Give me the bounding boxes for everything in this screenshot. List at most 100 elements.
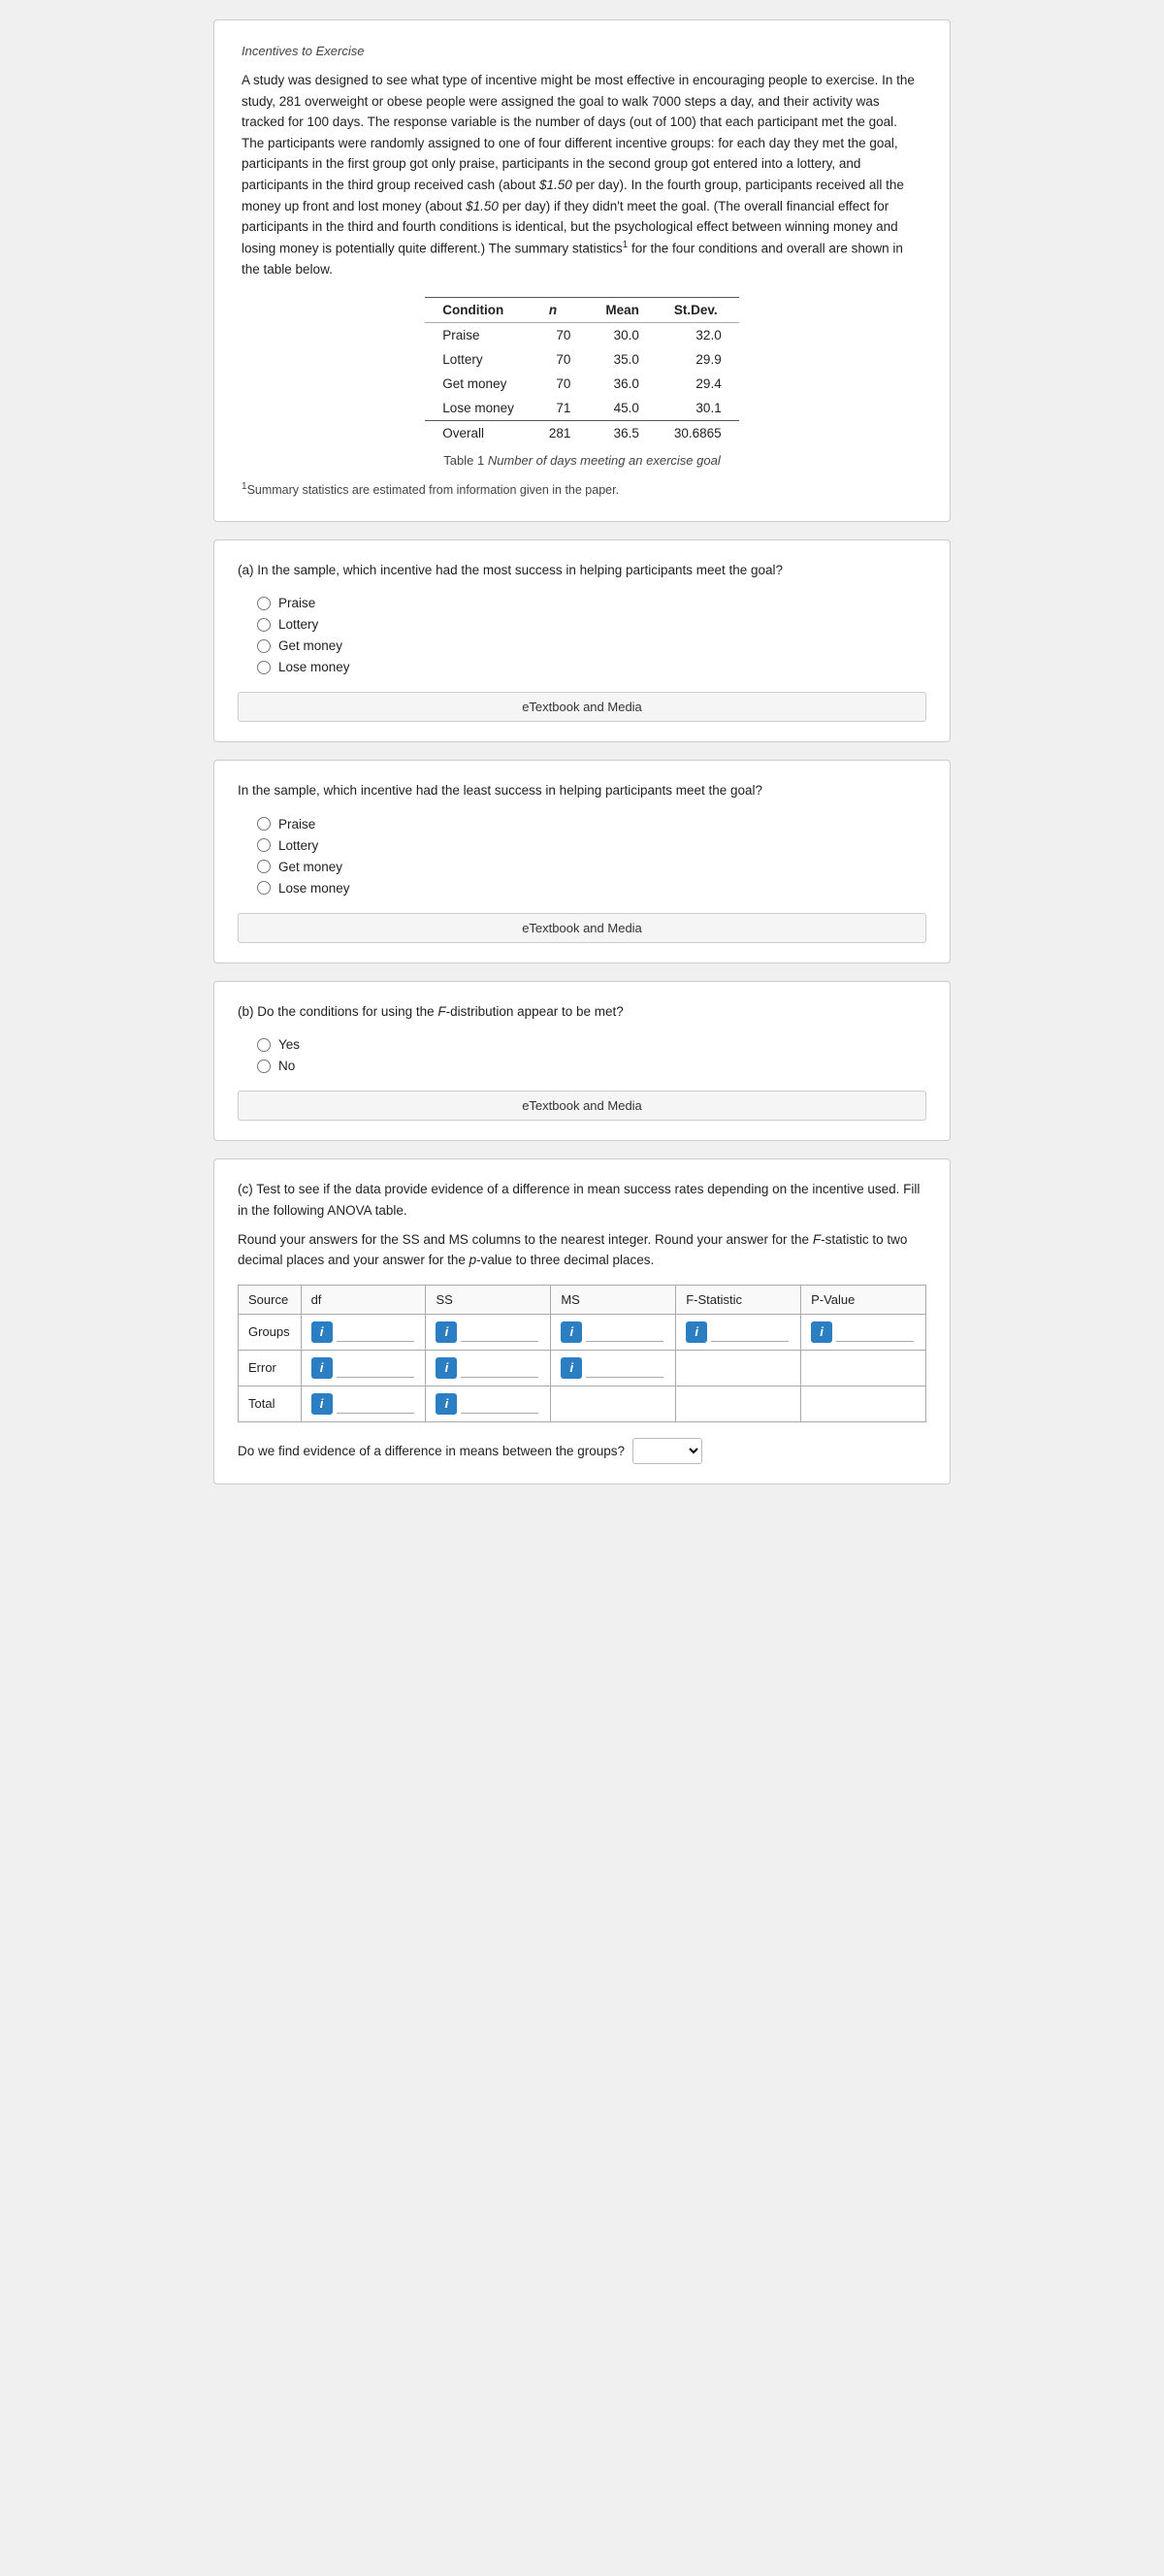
evidence-label: Do we find evidence of a difference in m… <box>238 1444 625 1458</box>
col-mean: Mean <box>588 298 657 323</box>
groups-ss-input[interactable] <box>461 1322 538 1342</box>
info-button-groups-p[interactable]: i <box>811 1321 832 1343</box>
anova-groups-f: i <box>676 1314 801 1350</box>
option-praise-b[interactable]: Praise <box>257 817 926 831</box>
question-b-card: In the sample, which incentive had the l… <box>213 760 951 963</box>
radio-lottery-a[interactable] <box>257 618 271 632</box>
article-card: Incentives to Exercise A study was desig… <box>213 19 951 522</box>
table-row: Lottery 70 35.0 29.9 <box>425 347 738 372</box>
anova-error-f-empty <box>676 1350 801 1386</box>
evidence-row: Do we find evidence of a difference in m… <box>238 1438 926 1464</box>
groups-df-input[interactable] <box>337 1322 414 1342</box>
summary-table: Condition n Mean St.Dev. Praise 70 30.0 … <box>425 297 738 445</box>
anova-groups-df: i <box>301 1314 426 1350</box>
info-button-groups-df[interactable]: i <box>311 1321 333 1343</box>
anova-col-ms: MS <box>551 1285 676 1314</box>
article-title: Incentives to Exercise <box>242 44 922 58</box>
option-praise-a[interactable]: Praise <box>257 596 926 610</box>
radio-getmoney-b[interactable] <box>257 860 271 873</box>
article-body: A study was designed to see what type of… <box>242 70 922 279</box>
evidence-dropdown[interactable]: Yes No <box>632 1438 702 1464</box>
anova-total-df: i <box>301 1386 426 1421</box>
etextbook-media-button-b[interactable]: eTextbook and Media <box>238 913 926 943</box>
info-button-groups-ms[interactable]: i <box>561 1321 582 1343</box>
table-row: Lose money 71 45.0 30.1 <box>425 396 738 421</box>
question-d-instructions: Round your answers for the SS and MS col… <box>238 1229 926 1271</box>
anova-error-p-empty <box>801 1350 926 1386</box>
anova-col-ss: SS <box>426 1285 551 1314</box>
option-losemoney-a[interactable]: Lose money <box>257 660 926 674</box>
table-caption: Table 1 Number of days meeting an exerci… <box>242 453 922 468</box>
question-a-card: (a) In the sample, which incentive had t… <box>213 539 951 743</box>
anova-total-p-empty <box>801 1386 926 1421</box>
total-df-input[interactable] <box>337 1394 414 1414</box>
option-lottery-b[interactable]: Lottery <box>257 838 926 853</box>
radio-no-c[interactable] <box>257 1060 271 1073</box>
info-button-groups-ss[interactable]: i <box>436 1321 457 1343</box>
error-ms-input[interactable] <box>586 1358 663 1378</box>
total-ss-input[interactable] <box>461 1394 538 1414</box>
anova-total-ss: i <box>426 1386 551 1421</box>
footnote: 1Summary statistics are estimated from i… <box>242 481 922 497</box>
anova-groups-ms: i <box>551 1314 676 1350</box>
info-button-error-df[interactable]: i <box>311 1357 333 1379</box>
anova-groups-p: i <box>801 1314 926 1350</box>
radio-yes-c[interactable] <box>257 1038 271 1052</box>
question-d-card: (c) Test to see if the data provide evid… <box>213 1158 951 1484</box>
error-ss-input[interactable] <box>461 1358 538 1378</box>
info-button-total-ss[interactable]: i <box>436 1393 457 1415</box>
option-lottery-a[interactable]: Lottery <box>257 617 926 632</box>
table-row: Praise 70 30.0 32.0 <box>425 323 738 348</box>
anova-col-df: df <box>301 1285 426 1314</box>
col-n: n <box>532 298 589 323</box>
radio-losemoney-b[interactable] <box>257 881 271 895</box>
anova-error-ms: i <box>551 1350 676 1386</box>
question-b-text: In the sample, which incentive had the l… <box>238 780 926 801</box>
error-df-input[interactable] <box>337 1358 414 1378</box>
info-button-error-ms[interactable]: i <box>561 1357 582 1379</box>
anova-table: Source df SS MS F-Statistic P-Value Grou… <box>238 1285 926 1422</box>
anova-row-groups: Groups i i i <box>239 1314 926 1350</box>
anova-source-error: Error <box>239 1350 302 1386</box>
anova-error-df: i <box>301 1350 426 1386</box>
anova-col-f: F-Statistic <box>676 1285 801 1314</box>
radio-praise-b[interactable] <box>257 817 271 831</box>
question-a-options: Praise Lottery Get money Lose money <box>238 596 926 674</box>
question-c-card: (b) Do the conditions for using the F-di… <box>213 981 951 1142</box>
anova-col-source: Source <box>239 1285 302 1314</box>
info-button-groups-f[interactable]: i <box>686 1321 707 1343</box>
option-getmoney-b[interactable]: Get money <box>257 860 926 874</box>
anova-col-p: P-Value <box>801 1285 926 1314</box>
option-getmoney-a[interactable]: Get money <box>257 638 926 653</box>
question-a-text: (a) In the sample, which incentive had t… <box>238 560 926 581</box>
groups-p-input[interactable] <box>836 1322 914 1342</box>
question-c-text: (b) Do the conditions for using the F-di… <box>238 1001 926 1023</box>
col-condition: Condition <box>425 298 532 323</box>
info-button-error-ss[interactable]: i <box>436 1357 457 1379</box>
anova-groups-ss: i <box>426 1314 551 1350</box>
groups-ms-input[interactable] <box>586 1322 663 1342</box>
question-c-options: Yes No <box>238 1037 926 1073</box>
anova-row-total: Total i i <box>239 1386 926 1421</box>
anova-source-total: Total <box>239 1386 302 1421</box>
groups-f-input[interactable] <box>711 1322 789 1342</box>
table-row: Get money 70 36.0 29.4 <box>425 372 738 396</box>
radio-losemoney-a[interactable] <box>257 661 271 674</box>
option-losemoney-b[interactable]: Lose money <box>257 881 926 896</box>
radio-getmoney-a[interactable] <box>257 639 271 653</box>
anova-total-f-empty <box>676 1386 801 1421</box>
table-row-overall: Overall 281 36.5 30.6865 <box>425 421 738 446</box>
anova-row-error: Error i i i <box>239 1350 926 1386</box>
etextbook-media-button-c[interactable]: eTextbook and Media <box>238 1091 926 1121</box>
info-button-total-df[interactable]: i <box>311 1393 333 1415</box>
question-b-options: Praise Lottery Get money Lose money <box>238 817 926 896</box>
radio-praise-a[interactable] <box>257 597 271 610</box>
anova-error-ss: i <box>426 1350 551 1386</box>
anova-source-groups: Groups <box>239 1314 302 1350</box>
option-yes-c[interactable]: Yes <box>257 1037 926 1052</box>
option-no-c[interactable]: No <box>257 1059 926 1073</box>
col-stdev: St.Dev. <box>657 298 739 323</box>
question-d-intro: (c) Test to see if the data provide evid… <box>238 1179 926 1221</box>
radio-lottery-b[interactable] <box>257 838 271 852</box>
etextbook-media-button-a[interactable]: eTextbook and Media <box>238 692 926 722</box>
